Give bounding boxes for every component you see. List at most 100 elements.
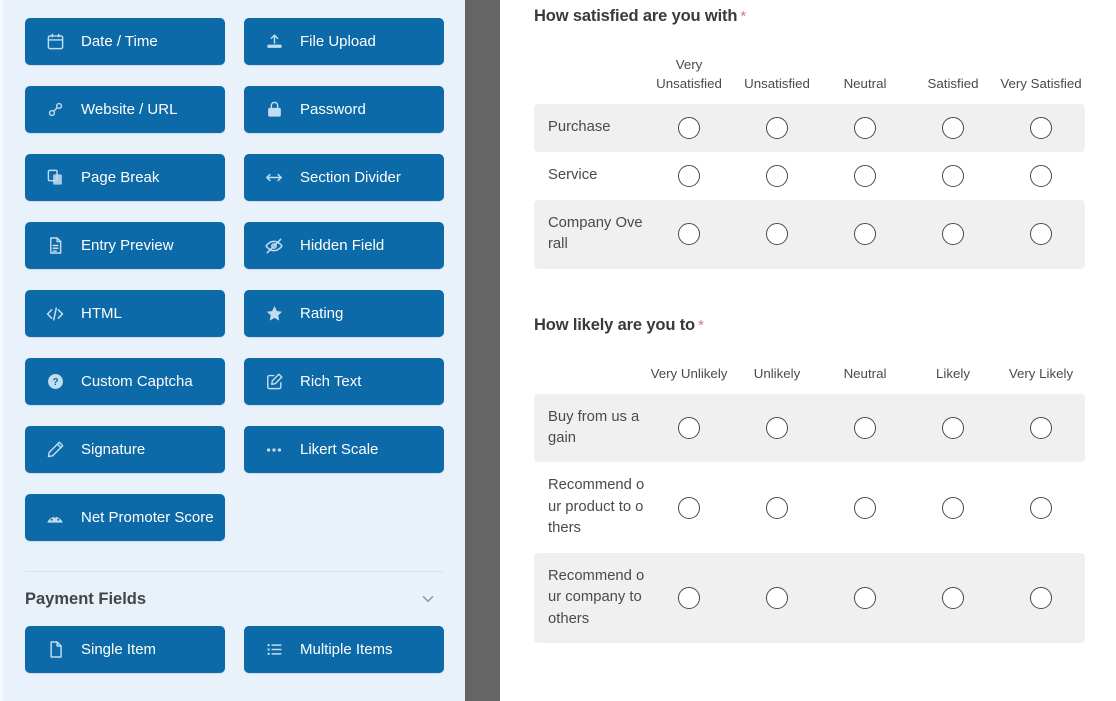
likert-option-cell[interactable] (733, 552, 821, 644)
likert-option-cell[interactable] (821, 151, 909, 200)
payment-fields-header[interactable]: Payment Fields (25, 572, 443, 626)
radio-button[interactable] (1030, 223, 1052, 246)
likert-option-cell[interactable] (909, 199, 997, 269)
radio-button[interactable] (678, 116, 700, 139)
pen-icon (45, 440, 65, 460)
radio-button[interactable] (678, 496, 700, 519)
field-button-website-url[interactable]: Website / URL (25, 86, 225, 133)
radio-button[interactable] (766, 116, 788, 139)
field-button-rich-text[interactable]: Rich Text (244, 358, 444, 405)
likert-option-cell[interactable] (909, 393, 997, 463)
field-button-multiple-items[interactable]: Multiple Items (244, 626, 444, 673)
chevron-down-icon[interactable] (417, 588, 439, 610)
radio-button[interactable] (942, 116, 964, 139)
likert-option-cell[interactable] (909, 552, 997, 644)
likert-option-cell[interactable] (645, 552, 733, 644)
calendar-icon (45, 32, 65, 52)
radio-button[interactable] (1030, 116, 1052, 139)
radio-button[interactable] (766, 223, 788, 246)
radio-button[interactable] (854, 116, 876, 139)
likert-option-cell[interactable] (909, 151, 997, 200)
likert-option-cell[interactable] (997, 552, 1085, 644)
star-icon (264, 304, 284, 324)
field-button-label: Website / URL (81, 101, 178, 118)
likert-table: Very Unsatisfied Unsatisfied Neutral Satisf… (534, 56, 1085, 269)
likert-option-cell[interactable] (821, 199, 909, 269)
radio-button[interactable] (766, 416, 788, 439)
likert-column-header: Neutral (843, 75, 887, 91)
field-button-likert-scale[interactable]: Likert Scale (244, 426, 444, 473)
likert-option-cell[interactable] (821, 462, 909, 553)
likert-option-cell[interactable] (997, 151, 1085, 200)
field-button-html[interactable]: HTML (25, 290, 225, 337)
radio-button[interactable] (766, 164, 788, 187)
field-button-date-time[interactable]: Date / Time (25, 18, 225, 65)
likert-option-cell[interactable] (997, 393, 1085, 463)
radio-button[interactable] (942, 223, 964, 246)
likert-option-cell[interactable] (821, 393, 909, 463)
radio-button[interactable] (678, 586, 700, 609)
likert-option-cell[interactable] (645, 103, 733, 152)
likert-option-cell[interactable] (645, 393, 733, 463)
pencil-square-icon (264, 372, 284, 392)
radio-button[interactable] (678, 416, 700, 439)
likert-option-cell[interactable] (909, 462, 997, 553)
likert-column-header: Very Unlikely (650, 365, 728, 381)
question-title-text: How satisfied are you with (534, 7, 738, 25)
likert-option-cell[interactable] (733, 103, 821, 152)
radio-button[interactable] (942, 164, 964, 187)
likert-option-cell[interactable] (733, 393, 821, 463)
likert-option-cell[interactable] (733, 462, 821, 553)
radio-button[interactable] (854, 496, 876, 519)
payment-fields-title: Payment Fields (25, 589, 147, 608)
likert-row: Buy from us again (534, 393, 1085, 463)
likert-column-header: Likely (936, 365, 970, 381)
likert-column-header: Unsatisfied (744, 75, 810, 91)
radio-button[interactable] (766, 496, 788, 519)
likert-option-cell[interactable] (909, 103, 997, 152)
radio-button[interactable] (766, 586, 788, 609)
likert-option-cell[interactable] (997, 462, 1085, 553)
radio-button[interactable] (678, 164, 700, 187)
radio-button[interactable] (1030, 416, 1052, 439)
radio-button[interactable] (854, 416, 876, 439)
likert-option-cell[interactable] (997, 199, 1085, 269)
radio-button[interactable] (1030, 586, 1052, 609)
likert-option-cell[interactable] (821, 552, 909, 644)
field-button-label: Hidden Field (300, 237, 385, 254)
field-button-label: Net Promoter Score (81, 509, 214, 526)
field-button-net-promoter-score[interactable]: Net Promoter Score (25, 494, 225, 541)
svg-text:?: ? (52, 377, 58, 388)
radio-button[interactable] (942, 586, 964, 609)
likert-option-cell[interactable] (645, 199, 733, 269)
likert-option-cell[interactable] (997, 103, 1085, 152)
likert-option-cell[interactable] (645, 462, 733, 553)
radio-button[interactable] (854, 223, 876, 246)
field-button-custom-captcha[interactable]: ? Custom Captcha (25, 358, 225, 405)
field-button-file-upload[interactable]: File Upload (244, 18, 444, 65)
likert-column-header: Very Unsatisfied (656, 57, 722, 91)
likert-option-cell[interactable] (821, 103, 909, 152)
field-button-single-item[interactable]: Single Item (25, 626, 225, 673)
radio-button[interactable] (854, 586, 876, 609)
upload-icon (264, 32, 284, 52)
field-button-signature[interactable]: Signature (25, 426, 225, 473)
field-button-password[interactable]: Password (244, 86, 444, 133)
likert-option-cell[interactable] (733, 199, 821, 269)
radio-button[interactable] (854, 164, 876, 187)
radio-button[interactable] (942, 496, 964, 519)
radio-button[interactable] (678, 223, 700, 246)
panel-divider[interactable] (465, 0, 500, 701)
radio-button[interactable] (1030, 164, 1052, 187)
likert-option-cell[interactable] (645, 151, 733, 200)
field-button-page-break[interactable]: Page Break (25, 154, 225, 201)
field-button-section-divider[interactable]: Section Divider (244, 154, 444, 201)
likert-option-cell[interactable] (733, 151, 821, 200)
field-button-entry-preview[interactable]: Entry Preview (25, 222, 225, 269)
question-title-text: How likely are you to (534, 315, 695, 334)
radio-button[interactable] (1030, 496, 1052, 519)
radio-button[interactable] (942, 416, 964, 439)
field-button-hidden-field[interactable]: Hidden Field (244, 222, 444, 269)
code-icon (45, 304, 65, 324)
field-button-rating[interactable]: Rating (244, 290, 444, 337)
